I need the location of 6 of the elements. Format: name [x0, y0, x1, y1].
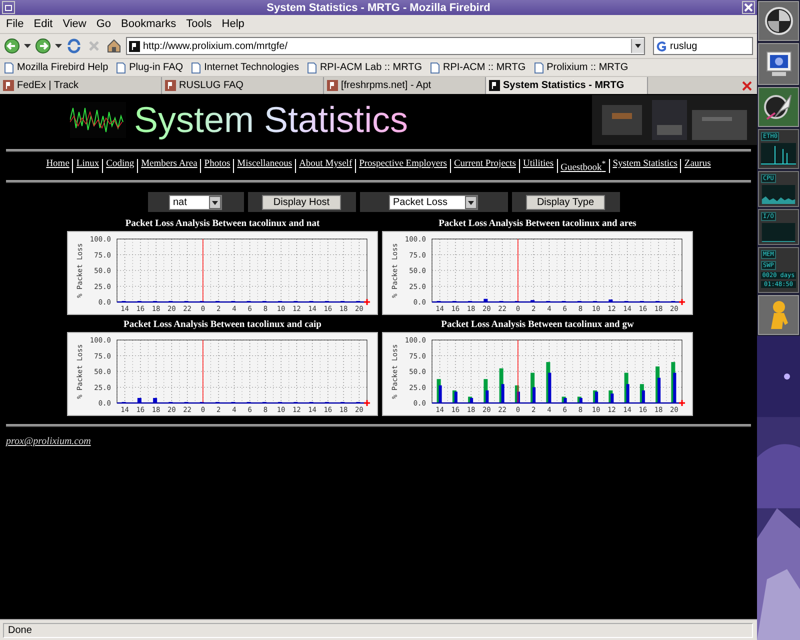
status-text: Done	[3, 622, 753, 638]
window-title: System Statistics - MRTG - Mozilla Firebird	[266, 2, 492, 14]
chart-title: Packet Loss Analysis Between tacolinux and gw	[441, 319, 634, 332]
chart-title: Packet Loss Analysis Between tacolinux and ares	[438, 218, 636, 232]
chart-title: Packet Loss Analysis Between tacolinux and nat	[125, 218, 320, 232]
chart-title: Packet Loss Analysis Between tacolinux and caip	[124, 319, 322, 332]
